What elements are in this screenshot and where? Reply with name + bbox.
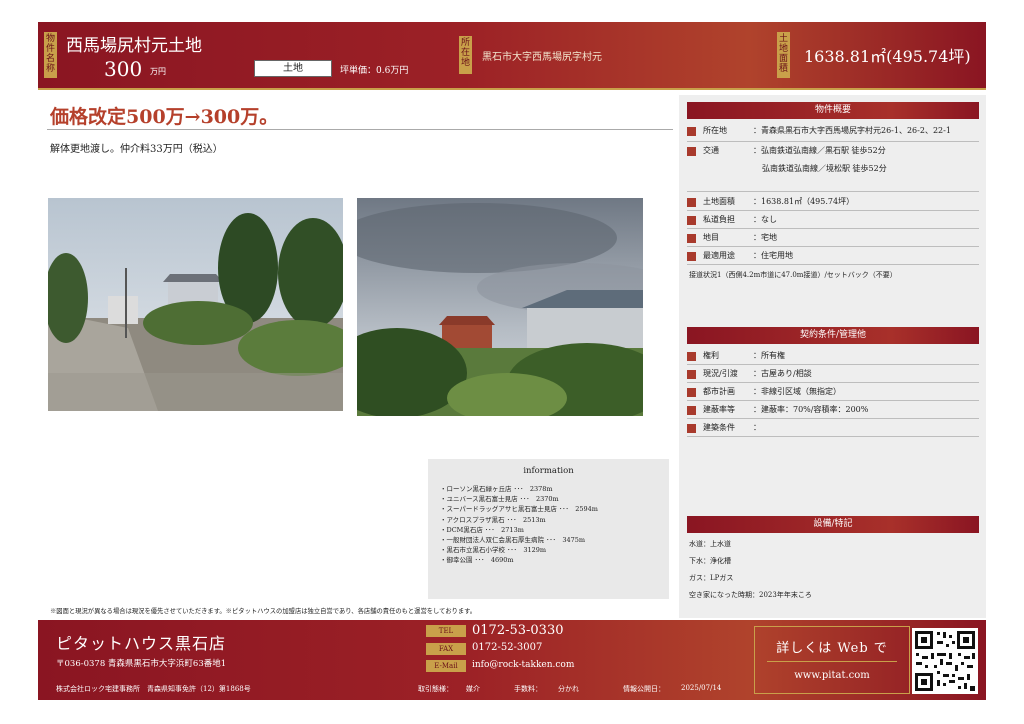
contract-row-city-plan: 都市計画 ：非線引区域（無指定） bbox=[687, 385, 979, 403]
facilities-header: 設備/特記 bbox=[687, 516, 979, 533]
bullet-square-icon bbox=[687, 147, 696, 156]
contract-row-building-condition: 建築条件 ： bbox=[687, 421, 979, 439]
qr-code-icon[interactable] bbox=[912, 628, 978, 694]
overview-row-transport: 交通 ：弘南鉄道弘南線／黒石駅 徒歩52分 弘南鉄道弘南線／境松駅 徒歩52分 bbox=[687, 144, 979, 192]
contract-row-status: 現況/引渡 ：古屋あり/相談 bbox=[687, 367, 979, 385]
email-address[interactable]: info@rock-takken.com bbox=[472, 660, 574, 670]
nearby-list: ・ローソン黒石緑ヶ丘店 ･･･ 2378m ・ユニバース黒石富士見店 ･･･ 2… bbox=[440, 484, 598, 566]
tsubo-price: 坪単価：0.6万円 bbox=[340, 66, 409, 76]
tel-label: TEL bbox=[426, 625, 466, 637]
fee-value: 分かれ bbox=[558, 685, 579, 693]
property-name-label: 物件名称 bbox=[44, 32, 57, 78]
sub-description: 解体更地渡し。仲介料33万円（税込） bbox=[50, 144, 223, 155]
shop-name: ピタットハウス黒石店 bbox=[56, 634, 227, 653]
web-link-box[interactable]: 詳しくは Web で www.pitat.com bbox=[754, 626, 910, 694]
contract-row-coverage: 建蔽率等 ：建蔽率：70%/容積率：200% bbox=[687, 403, 979, 421]
overview-row-area: 土地面積 ：1638.81㎡（495.74坪） bbox=[687, 195, 979, 213]
area-text: 1638.81㎡(495.74坪) bbox=[804, 47, 971, 66]
fee-label: 手数料： bbox=[514, 685, 542, 693]
category-badge: 土地 bbox=[254, 60, 332, 77]
list-item: ・ローソン黒石緑ヶ丘店 ･･･ 2378m bbox=[440, 485, 553, 493]
contract-row-rights: 権利 ：所有権 bbox=[687, 349, 979, 367]
email-label: E-Mail bbox=[426, 660, 466, 672]
bullet-square-icon bbox=[687, 406, 696, 415]
price-value: 300 bbox=[104, 57, 143, 81]
facility-gas: ガス：LPガス bbox=[689, 574, 734, 582]
header-banner: 物件名称 西馬場尻村元土地 300 万円 土地 坪単価：0.6万円 所在地 黒石… bbox=[38, 22, 986, 90]
publish-date: 2025/07/14 bbox=[681, 684, 722, 692]
list-item: ・一般財団法人双仁会黒石厚生病院 ･･･ 3475m bbox=[440, 536, 586, 545]
overview-header: 物件概要 bbox=[687, 102, 979, 119]
overview-row-usage: 最適用途 ：住宅用地 bbox=[687, 249, 979, 267]
list-item: ・スーパードラッグアサヒ黒石富士見店 ･･･ 2594m bbox=[440, 505, 598, 514]
tel-number[interactable]: 0172-53-0330 bbox=[472, 623, 564, 638]
overview-row-location: 所在地 ：青森県黒石市大字西馬場尻字村元26-1、26-2、22-1 bbox=[687, 124, 979, 144]
fax-label: FAX bbox=[426, 643, 466, 655]
property-title: 西馬場尻村元土地 bbox=[66, 36, 202, 56]
disclaimer-notice: ※図面と現況が異なる場合は現況を優先させていただきます。※ピタットハウスの加盟店… bbox=[50, 608, 477, 615]
web-prompt: 詳しくは Web で bbox=[776, 641, 888, 656]
deal-label: 取引態様： bbox=[418, 685, 453, 693]
information-title: information bbox=[523, 466, 574, 476]
location-text: 黒石市大字西馬場尻字村元 bbox=[482, 52, 602, 63]
bullet-square-icon bbox=[687, 352, 696, 361]
nearby-information-box: information ・ローソン黒石緑ヶ丘店 ･･･ 2378m ・ユニバース… bbox=[428, 459, 669, 599]
area-label: 土地面積 bbox=[777, 32, 790, 78]
list-item: ・DCM黒石店 ･･･ 2713m bbox=[440, 525, 524, 534]
list-item: ・黒石市立黒石小学校 ･･･ 3129m bbox=[440, 546, 547, 555]
bullet-square-icon bbox=[687, 424, 696, 433]
bullet-square-icon bbox=[687, 388, 696, 397]
facility-vacant-since: 空き家になった時期：2023年年末ころ bbox=[689, 591, 812, 599]
bullet-square-icon bbox=[687, 234, 696, 243]
list-item: ・御幸公園 ･･･ 4690m bbox=[440, 556, 514, 565]
shop-address: 〒036-0378 青森県黒石市大字浜町63番地1 bbox=[56, 659, 227, 669]
fax-number: 0172-52-3007 bbox=[472, 642, 543, 653]
overview-row-private-road: 私道負担 ：なし bbox=[687, 213, 979, 231]
contract-header: 契約条件/管理他 bbox=[687, 327, 979, 344]
overview-row-land-type: 地目 ：宅地 bbox=[687, 231, 979, 249]
facility-sewage: 下水：浄化槽 bbox=[689, 557, 731, 565]
photo-lot-view bbox=[357, 198, 643, 416]
location-label: 所在地 bbox=[459, 36, 472, 74]
web-url[interactable]: www.pitat.com bbox=[755, 670, 909, 681]
list-item: ・ユニバース黒石富士見店 ･･･ 2370m bbox=[440, 495, 559, 504]
list-item: ・アクロスプラザ黒石 ･･･ 2513m bbox=[440, 515, 546, 524]
road-access-note: 接道状況1（西側4.2m市道に47.0m接道）/セットバック（不要） bbox=[689, 271, 897, 279]
company-license: 株式会社ロック宅建事務所 青森県知事免許（12）第1868号 bbox=[56, 685, 251, 693]
headline-divider bbox=[47, 129, 673, 130]
facility-water: 水道：上水道 bbox=[689, 540, 731, 548]
date-label: 情報公開日： bbox=[623, 685, 665, 693]
bullet-square-icon bbox=[687, 127, 696, 136]
deal-value: 媒介 bbox=[466, 685, 480, 693]
price-unit: 万円 bbox=[150, 67, 166, 76]
bullet-square-icon bbox=[687, 252, 696, 261]
bullet-square-icon bbox=[687, 198, 696, 207]
bullet-square-icon bbox=[687, 216, 696, 225]
headline: 価格改定500万→300万。 bbox=[50, 106, 279, 128]
photo-street-view bbox=[48, 198, 343, 411]
bullet-square-icon bbox=[687, 370, 696, 379]
